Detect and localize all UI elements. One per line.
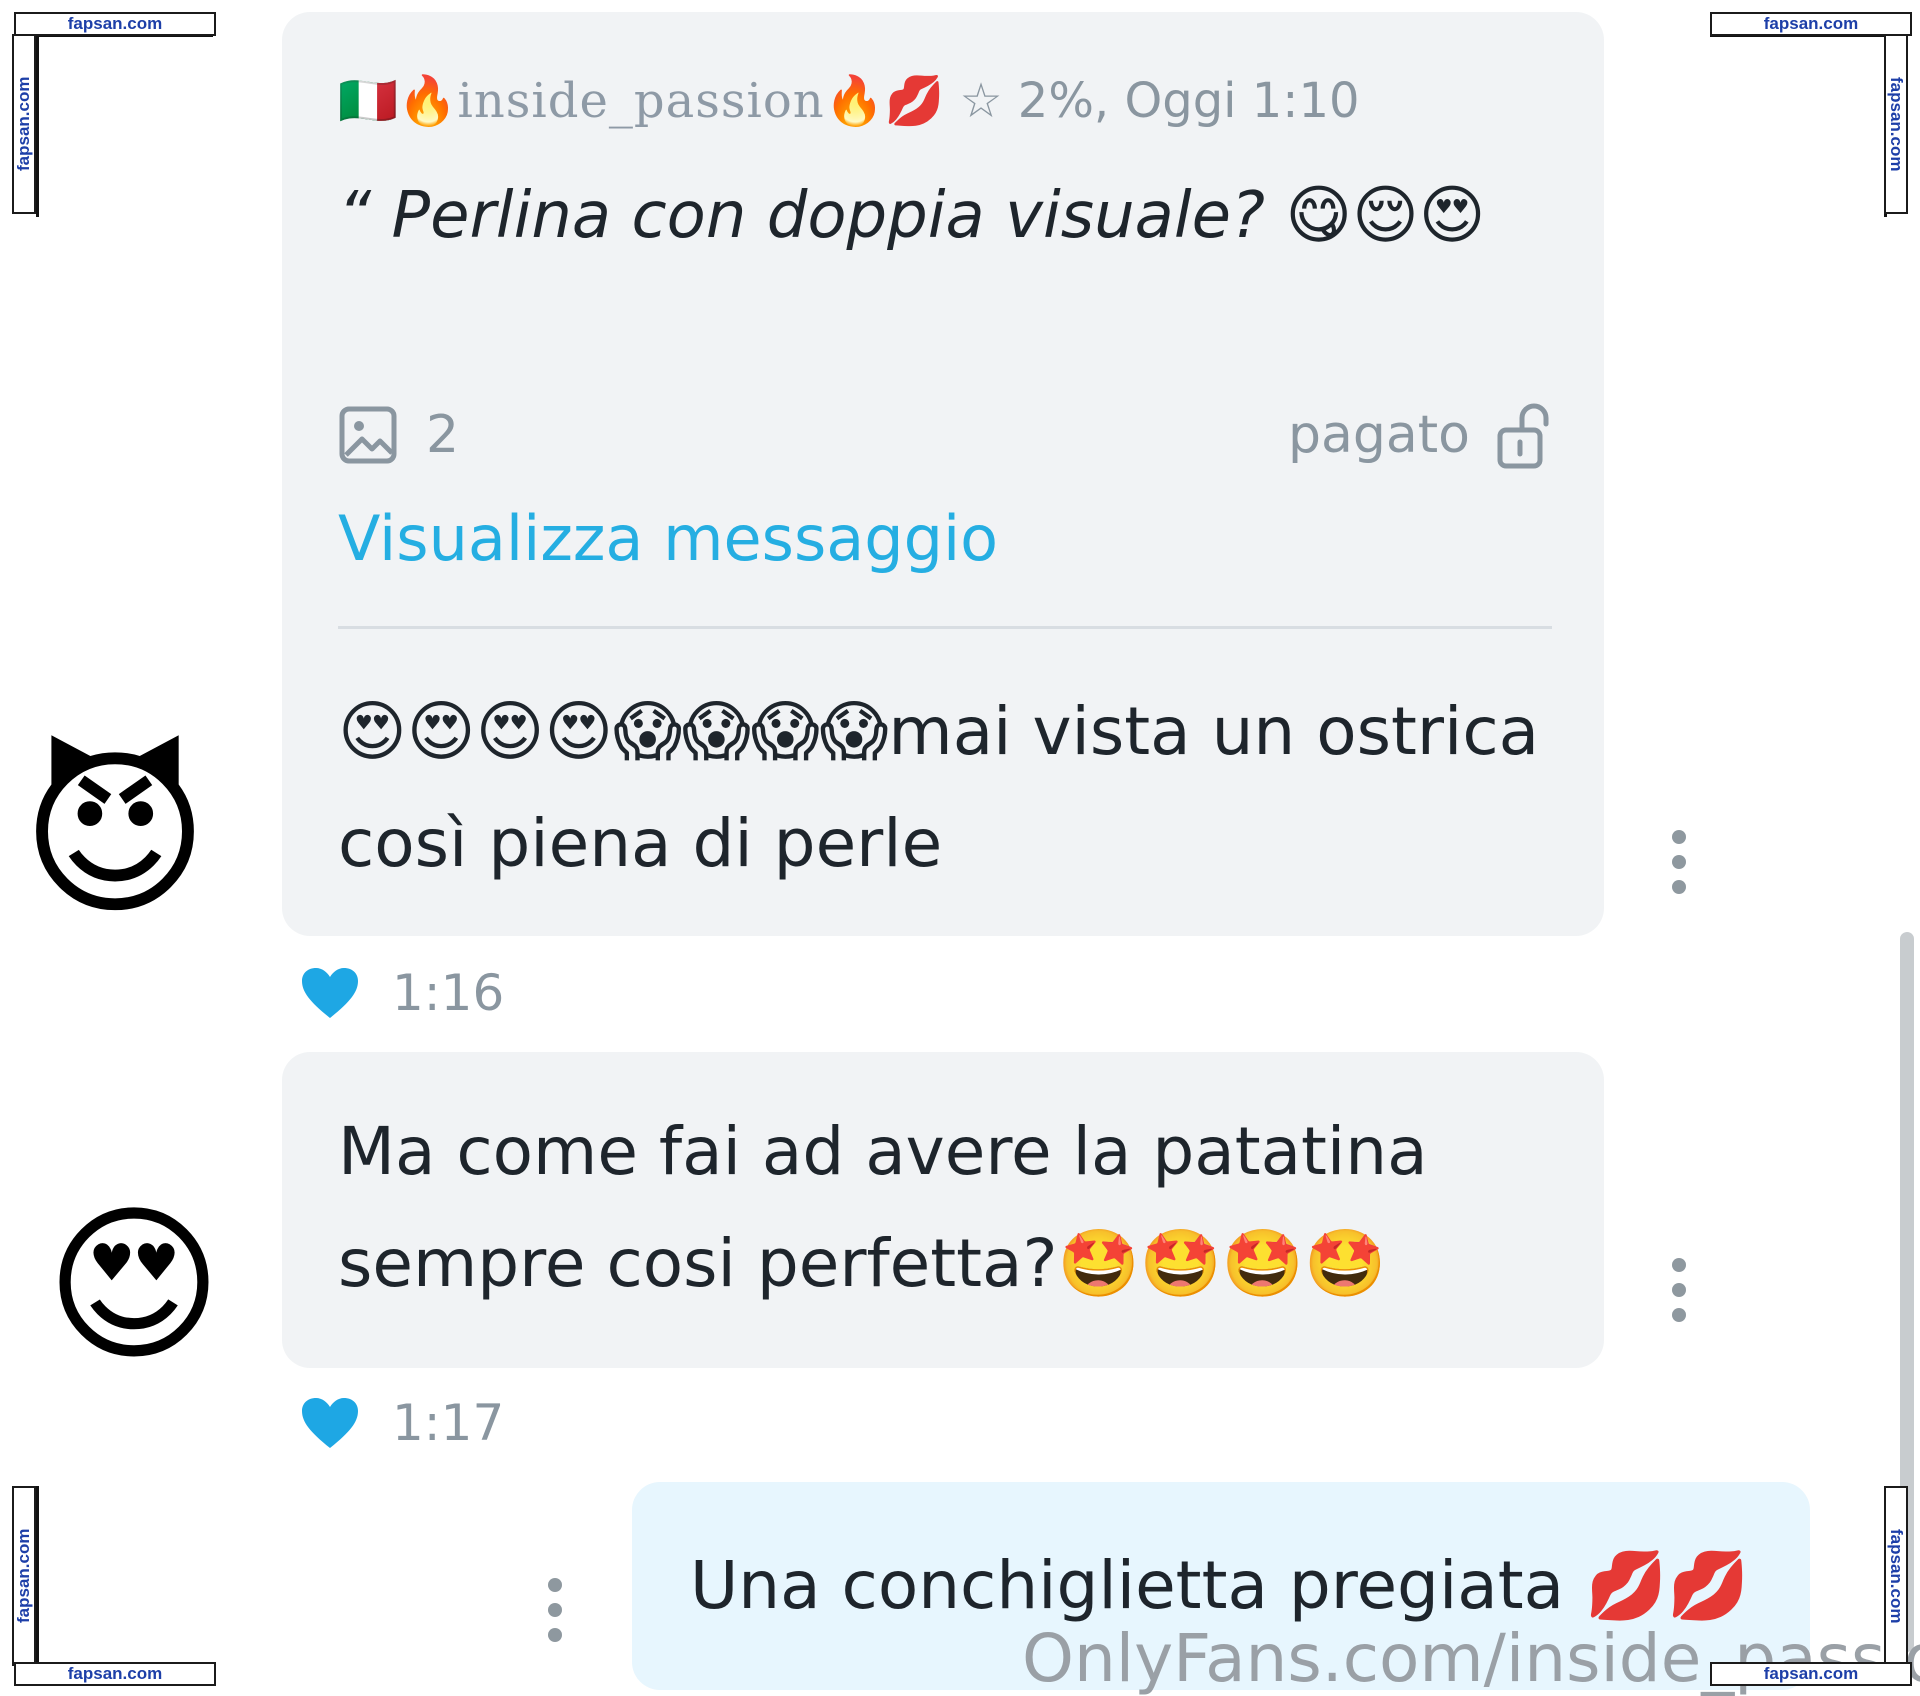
watermark-label: fapsan.com [12,34,36,214]
message-time: 1:16 [392,964,505,1022]
quoted-username[interactable]: inside_passion [458,73,825,129]
message-text: 😍😍😍😍😱😱😱😱mai vista un ostrica così piena … [338,693,1540,882]
message-meta: 1:16 [300,964,504,1022]
fire-emoji: 🔥 [824,73,885,129]
quoted-message-text: “ Perlina con doppia visuale? 😋😌😍 [338,179,1486,253]
quote-divider [338,626,1552,629]
heart-icon[interactable] [300,966,360,1020]
watermark-label: fapsan.com [14,1662,216,1686]
watermark-label: fapsan.com [1710,1662,1912,1686]
heart-eyes-emoji-avatar: 😍 [45,1187,223,1385]
watermark-bracket [36,1486,213,1669]
sender-avatar[interactable]: 😈 [0,720,230,950]
message-time: 1:17 [392,1394,505,1452]
more-vertical-icon[interactable] [1672,1258,1688,1333]
watermark-bracket [36,34,213,217]
image-icon [339,406,397,464]
devil-emoji-avatar: 😈 [21,730,209,940]
watermark-label: fapsan.com [12,1486,36,1666]
sender-avatar[interactable]: 😍 [28,1180,240,1392]
more-vertical-icon[interactable] [548,1578,564,1653]
kiss-emoji: 💋 [884,73,945,129]
message-bubble-incoming[interactable]: 🇮🇹🔥inside_passion🔥💋 ☆ 2%, Oggi 1:10 “ Pe… [282,12,1604,936]
heart-icon[interactable] [300,1396,360,1450]
media-count: 2 [426,405,460,465]
message-text: Ma come fai ad avere la patatina sempre … [338,1113,1428,1302]
paid-label: pagato [1288,405,1470,465]
watermark-label: fapsan.com [1884,34,1908,214]
fire-emoji: 🔥 [397,73,458,129]
watermark-label: fapsan.com [1884,1486,1908,1666]
chat-screen: 🇮🇹🔥inside_passion🔥💋 ☆ 2%, Oggi 1:10 “ Pe… [0,0,1920,1696]
watermark-label: fapsan.com [14,12,216,36]
view-message-link[interactable]: Visualizza messaggio [338,502,998,575]
quoted-meta: 2%, Oggi 1:10 [1017,73,1360,129]
more-vertical-icon[interactable] [1672,830,1688,905]
message-bubble-incoming[interactable]: Ma come fai ad avere la patatina sempre … [282,1052,1604,1368]
quoted-message-header: 🇮🇹🔥inside_passion🔥💋 ☆ 2%, Oggi 1:10 [338,72,1360,129]
watermark-bracket [1710,1486,1887,1669]
watermark-bracket [1710,34,1887,217]
star-icon: ☆ [959,73,1003,129]
message-meta: 1:17 [300,1394,504,1452]
flag-emoji: 🇮🇹 [338,73,398,129]
quoted-media-row: 2 pagato [338,400,1552,470]
unlock-icon [1497,403,1549,469]
watermark-label: fapsan.com [1710,12,1912,36]
